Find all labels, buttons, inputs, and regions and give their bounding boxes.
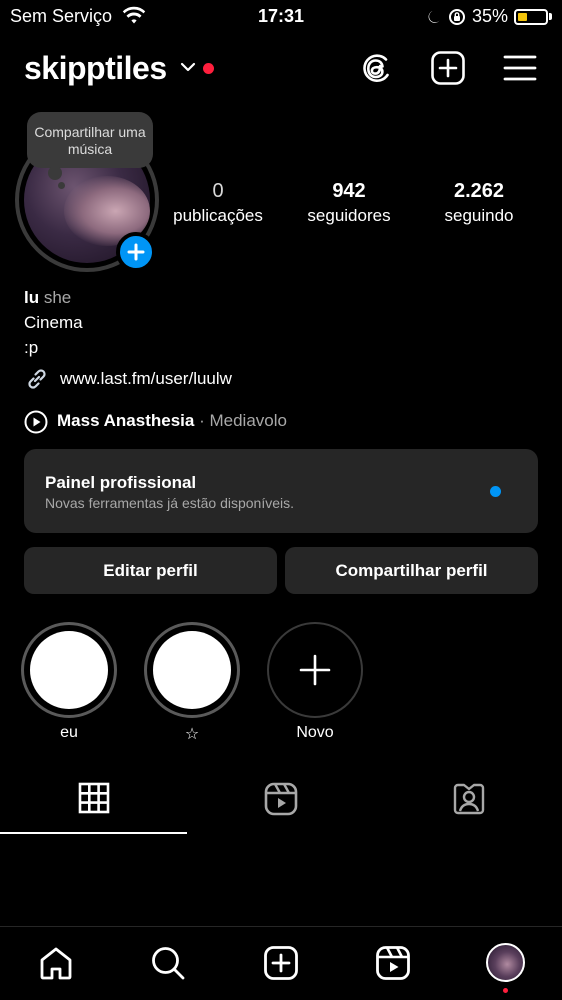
tab-grid[interactable] — [0, 782, 187, 822]
stat-label: publicações — [173, 206, 263, 225]
reels-icon[interactable] — [374, 944, 412, 982]
bio-line: Cinema — [24, 313, 83, 332]
share-profile-button[interactable]: Compartilhar perfil — [285, 547, 538, 594]
new-highlight-button[interactable] — [267, 622, 363, 718]
moon-icon — [426, 9, 442, 25]
new-indicator-dot — [490, 486, 501, 497]
battery-tip — [549, 13, 552, 20]
highlight-cover — [30, 631, 108, 709]
stat-value: 0 — [212, 180, 224, 202]
menu-icon[interactable] — [502, 50, 538, 86]
active-tab-indicator — [0, 832, 187, 834]
grid-icon — [78, 782, 109, 814]
stat-label: seguindo — [444, 206, 514, 225]
song-title: Mass Anasthesia — [57, 411, 195, 430]
play-circle-icon[interactable] — [24, 410, 48, 434]
create-icon[interactable] — [262, 944, 300, 982]
home-icon[interactable] — [37, 944, 75, 982]
chevron-down-icon[interactable] — [180, 61, 196, 73]
profile-tab-avatar[interactable] — [486, 943, 525, 982]
song-artist: Mediavolo — [209, 411, 287, 430]
profile-activity-dot — [503, 988, 508, 993]
panel-title: Painel profissional — [45, 473, 197, 492]
link-icon — [24, 366, 50, 392]
tab-reels[interactable] — [187, 782, 374, 822]
profile-name: lu — [24, 288, 40, 307]
profile-music[interactable]: Mass Anasthesia · Mediavolo — [57, 411, 287, 431]
profile-name-line: lu she — [24, 288, 71, 308]
stat-following[interactable]: 2.262 seguindo — [432, 180, 526, 226]
stat-label: seguidores — [307, 206, 391, 225]
music-separator: · — [199, 411, 205, 430]
note-bubble[interactable]: Compartilhar uma música — [27, 112, 153, 168]
stat-value: 942 — [332, 180, 366, 202]
highlight-label: eu — [60, 724, 78, 741]
username-switcher[interactable]: skipptiles — [24, 50, 167, 87]
battery-icon — [514, 8, 548, 25]
rotation-lock-icon — [448, 8, 466, 26]
highlight-cover — [153, 631, 231, 709]
pronouns: she — [43, 288, 72, 307]
highlight-star[interactable] — [144, 622, 240, 718]
plus-icon — [127, 243, 145, 261]
tab-tagged[interactable] — [375, 782, 562, 822]
stat-posts[interactable]: 0 publicações — [166, 180, 270, 226]
tagged-icon — [453, 783, 484, 815]
bottom-nav-divider — [0, 926, 562, 927]
profile-link[interactable]: www.last.fm/user/luulw — [60, 369, 232, 389]
panel-subtitle: Novas ferramentas já estão disponíveis. — [45, 495, 295, 511]
highlight-label: Novo — [296, 724, 334, 741]
stat-followers[interactable]: 942 seguidores — [298, 180, 400, 226]
create-post-icon[interactable] — [430, 50, 466, 86]
note-bubble-tail — [48, 166, 62, 180]
edit-profile-button[interactable]: Editar perfil — [24, 547, 277, 594]
threads-icon[interactable] — [358, 50, 394, 86]
reels-icon — [264, 782, 297, 816]
highlight-eu[interactable] — [21, 622, 117, 718]
professional-dashboard-card[interactable]: Painel profissional Novas ferramentas já… — [24, 449, 538, 533]
notification-dot — [203, 63, 214, 74]
add-story-button[interactable] — [116, 232, 156, 272]
note-bubble-tail-small — [58, 182, 65, 189]
battery-percent: 35% — [471, 6, 508, 26]
plus-icon — [299, 654, 331, 686]
stat-value: 2.262 — [453, 180, 505, 202]
status-bar: Sem Serviço 17:31 35% — [0, 0, 562, 32]
search-icon[interactable] — [149, 944, 187, 982]
bio-line: :p — [24, 338, 39, 357]
highlight-label: ☆ — [184, 726, 200, 743]
